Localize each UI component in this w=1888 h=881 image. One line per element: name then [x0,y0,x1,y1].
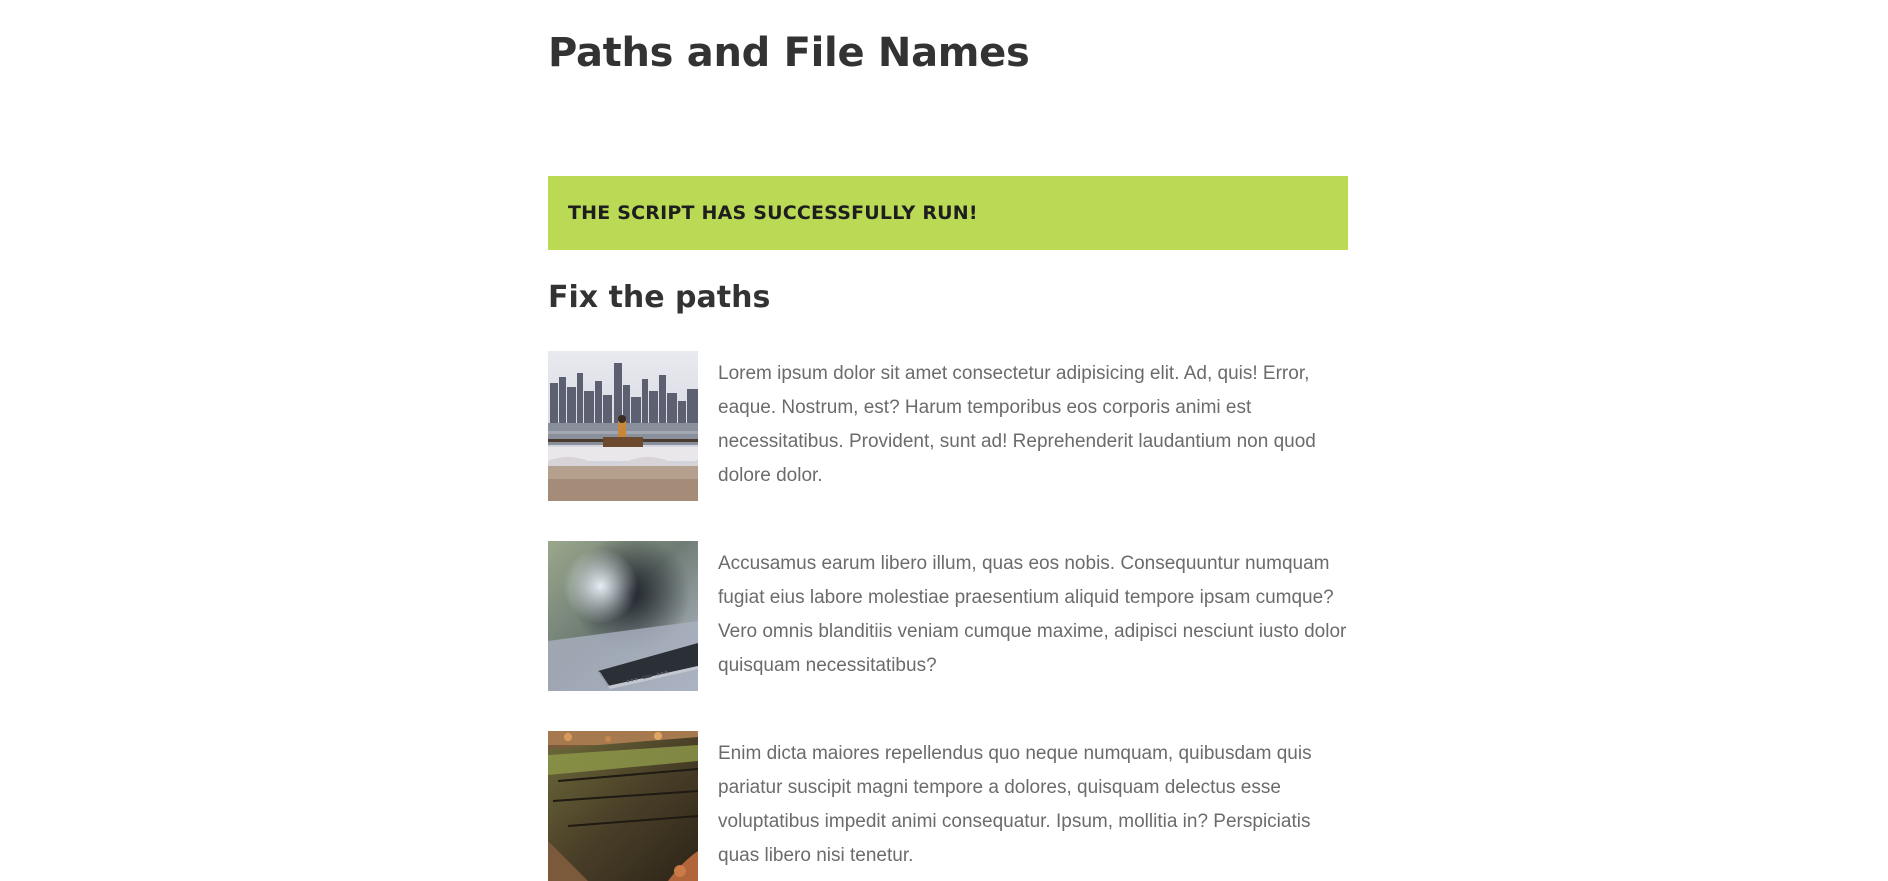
smartphone-closeup-photo [548,541,698,691]
media-item: Enim dicta maiores repellendus quo neque… [548,731,1348,881]
city-skyline-bench-photo [548,351,698,501]
media-item: Lorem ipsum dolor sit amet consectetur a… [548,351,1348,501]
page-title: Paths and File Names [548,30,1030,76]
section-title: Fix the paths [548,280,771,315]
media-item: Accusamus earum libero illum, quas eos n… [548,541,1348,691]
item-text: Enim dicta maiores repellendus quo neque… [718,743,1312,866]
success-banner: THE SCRIPT HAS SUCCESSFULLY RUN! [548,176,1348,250]
mossy-log-photo [548,731,698,881]
item-text: Accusamus earum libero illum, quas eos n… [718,553,1347,676]
item-text: Lorem ipsum dolor sit amet consectetur a… [718,363,1316,486]
success-message: THE SCRIPT HAS SUCCESSFULLY RUN! [568,202,978,224]
